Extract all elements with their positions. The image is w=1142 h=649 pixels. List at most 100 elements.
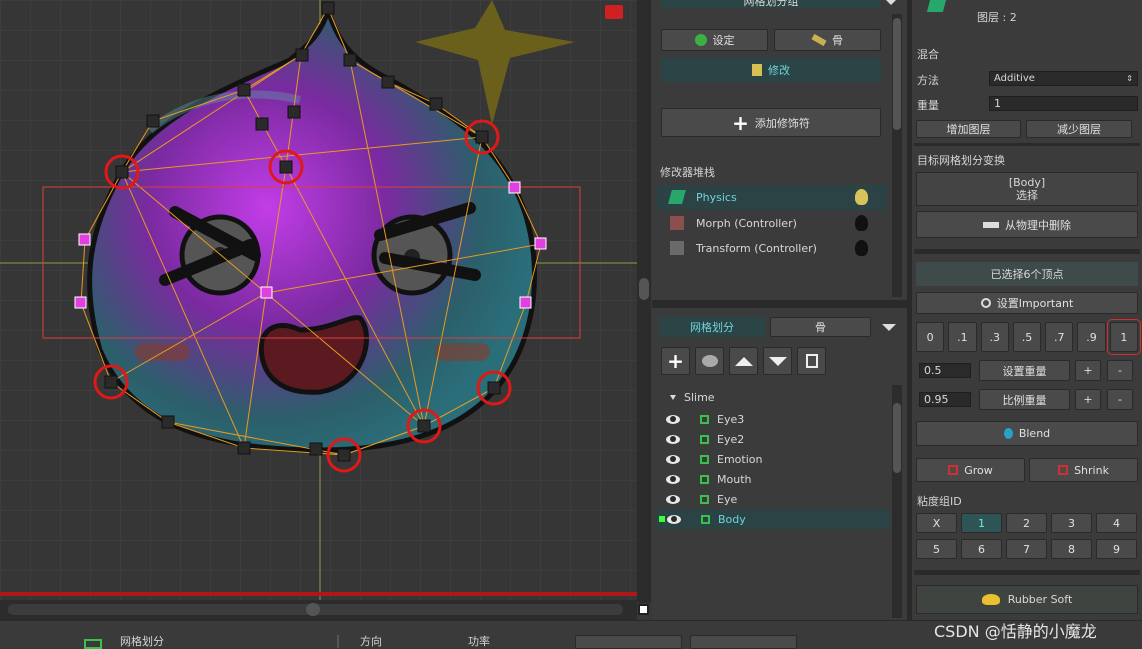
ratio-weight-button[interactable]: 比例重量 <box>979 389 1070 410</box>
sticky-id-button[interactable]: 6 <box>961 539 1002 559</box>
move-down-button[interactable] <box>763 347 792 375</box>
tree-item-emotion[interactable]: Emotion <box>666 449 888 469</box>
layer-button[interactable] <box>695 347 724 375</box>
corner-toggle[interactable] <box>638 604 649 615</box>
eye-icon[interactable] <box>666 474 680 484</box>
set-weight-button[interactable]: 设置重量 <box>979 360 1070 381</box>
method-select[interactable]: Additive ⇕ <box>989 71 1138 86</box>
sticky-id-button[interactable]: 3 <box>1051 513 1092 533</box>
sticky-id-button[interactable]: 7 <box>1006 539 1047 559</box>
sticky-id-button[interactable]: 8 <box>1051 539 1092 559</box>
lightbulb-icon[interactable] <box>855 240 868 256</box>
method-label: 方法 <box>917 74 939 87</box>
tree-root[interactable]: Slime <box>670 391 715 404</box>
sticky-id-label: X <box>932 516 941 530</box>
tree-item-eye2[interactable]: Eye2 <box>666 429 888 449</box>
mid-scroll-thumb[interactable] <box>893 18 901 130</box>
viewport-vertical-scrollbar[interactable] <box>637 0 651 603</box>
eye-icon[interactable] <box>667 514 681 524</box>
sticky-id-button[interactable]: 2 <box>1006 513 1047 533</box>
trash-icon <box>805 354 818 368</box>
decrease-weight-button[interactable]: - <box>1107 360 1133 381</box>
modifier-label: Physics <box>696 191 737 204</box>
jelly-icon <box>981 594 1000 605</box>
sticky-id-label: 9 <box>1113 542 1120 556</box>
delete-button[interactable] <box>797 347 826 375</box>
modifier-row-physics[interactable]: Physics <box>657 185 887 210</box>
ratio-weight-input[interactable]: 0.95 <box>919 392 971 407</box>
increase-weight-button[interactable]: + <box>1075 360 1101 381</box>
target-box[interactable]: [Body] 选择 <box>916 172 1138 206</box>
weight-preset-button[interactable]: 1 <box>1106 319 1141 355</box>
sticky-id-button[interactable]: 5 <box>916 539 957 559</box>
arrow-down-icon <box>768 356 787 366</box>
eye-icon[interactable] <box>666 434 680 444</box>
grow-button[interactable]: Grow <box>916 458 1025 482</box>
rubber-soft-preset[interactable]: Rubber Soft <box>916 585 1138 614</box>
weight-preset-button[interactable]: .9 <box>1077 322 1106 352</box>
blend-button[interactable]: Blend <box>916 421 1138 446</box>
tree-item-eye3[interactable]: Eye3 <box>666 409 888 429</box>
weight-preset-button[interactable]: .1 <box>948 322 977 352</box>
bone-button-label: 骨 <box>832 34 843 47</box>
remove-layer-button[interactable]: 减少图层 <box>1026 120 1132 138</box>
mesh-group-tab[interactable]: 网格划分组 <box>661 0 881 8</box>
lightbulb-icon[interactable] <box>855 189 868 205</box>
preset-label: .1 <box>957 330 968 344</box>
mid-scrollbar[interactable] <box>892 14 902 297</box>
add-modifier-button[interactable]: + 添加修饰符 <box>661 108 881 137</box>
scene-canvas[interactable] <box>0 0 637 600</box>
tab-dropdown-arrow[interactable] <box>882 324 896 331</box>
add-modifier-label: 添加修饰符 <box>754 116 810 130</box>
bone-button[interactable]: 骨 <box>774 29 881 51</box>
move-up-button[interactable] <box>729 347 758 375</box>
lock-icon[interactable] <box>605 5 623 19</box>
triangle-down-icon <box>670 395 676 400</box>
set-important-button[interactable]: 设置Important <box>916 292 1138 314</box>
weight-input[interactable]: 1 <box>989 96 1138 111</box>
modifier-row-transform[interactable]: Transform (Controller) <box>657 236 887 261</box>
lightbulb-icon[interactable] <box>855 215 868 231</box>
watermark: CSDN @恬静的小魔龙 <box>934 622 1097 641</box>
hscroll-knob[interactable] <box>306 603 320 616</box>
viewport-horizontal-scrollbar[interactable] <box>0 600 637 620</box>
increase-ratio-button[interactable]: + <box>1075 389 1101 410</box>
sticky-id-button[interactable]: 4 <box>1096 513 1137 533</box>
eye-icon[interactable] <box>666 414 680 424</box>
weight-preset-button[interactable]: .3 <box>980 322 1009 352</box>
layer-label: 图层 : 2 <box>977 11 1017 24</box>
remove-physics-icon <box>983 221 999 228</box>
eye-icon[interactable] <box>666 494 680 504</box>
add-layer-button[interactable]: 增加图层 <box>916 120 1021 138</box>
weight-preset-button[interactable]: .7 <box>1045 322 1074 352</box>
shrink-button[interactable]: Shrink <box>1029 458 1138 482</box>
weight-preset-button[interactable]: .5 <box>1012 322 1042 352</box>
mesh-icon <box>700 494 709 504</box>
viewport-vscroll-thumb[interactable] <box>639 278 649 300</box>
add-mesh-button[interactable]: + <box>661 347 690 375</box>
decrease-ratio-button[interactable]: - <box>1107 389 1133 410</box>
tree-item-mouth[interactable]: Mouth <box>666 469 888 489</box>
sticky-id-button[interactable]: 9 <box>1096 539 1137 559</box>
panel-dropdown-arrow[interactable] <box>886 0 896 5</box>
eye-icon[interactable] <box>666 454 680 464</box>
mesh-tab[interactable]: 网格划分 <box>659 317 765 337</box>
modify-tab[interactable]: 修改 <box>661 58 881 82</box>
tree-item-body[interactable]: Body <box>657 509 890 529</box>
modifier-row-morph[interactable]: Morph (Controller) <box>657 211 887 236</box>
scene-viewport[interactable] <box>0 0 637 600</box>
set-weight-input[interactable]: 0.5 <box>919 363 971 378</box>
tree-item-label: Emotion <box>717 452 763 466</box>
physics-icon <box>926 0 948 12</box>
method-value: Additive <box>994 73 1035 84</box>
tree-item-eye[interactable]: Eye <box>666 489 888 509</box>
tree-item-label: Body <box>718 512 746 526</box>
tree-scroll-thumb[interactable] <box>893 403 901 473</box>
sticky-id-button[interactable]: 1 <box>961 513 1002 533</box>
tree-scrollbar[interactable] <box>892 385 902 618</box>
remove-from-physics-button[interactable]: 从物理中删除 <box>916 211 1138 238</box>
bone-tab[interactable]: 骨 <box>770 317 871 337</box>
settings-button[interactable]: 设定 <box>661 29 768 51</box>
weight-preset-button[interactable]: 0 <box>916 322 945 352</box>
sticky-id-button[interactable]: X <box>916 513 957 533</box>
